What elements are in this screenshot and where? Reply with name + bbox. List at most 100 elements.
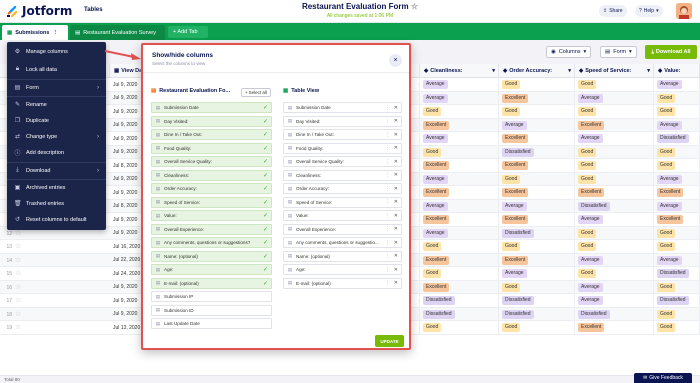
rating-cell[interactable]: Dissatisfied <box>499 145 575 159</box>
rating-cell[interactable]: Excellent <box>575 321 654 334</box>
table-view-item[interactable]: ▤ E-mail: (optional) ⋮ ✕ <box>283 277 402 289</box>
table-view-item[interactable]: ▤ Name: (optional) ⋮ ✕ <box>283 250 402 262</box>
menu-item-download[interactable]: ⤓ Download › <box>7 163 106 178</box>
table-view-item[interactable]: ▤ Food Quality: ⋮ ✕ <box>283 142 402 154</box>
rating-cell[interactable]: Dissatisfied <box>499 226 575 240</box>
drag-handle-icon[interactable]: ⋮ <box>385 159 390 165</box>
menu-item-change-type[interactable]: ⇄ Change type › <box>7 129 106 144</box>
rating-cell[interactable]: Good <box>420 240 499 253</box>
rating-cell[interactable]: Good <box>420 321 499 334</box>
form-field-item[interactable]: ▤ Order Accuracy: ✓ <box>151 183 272 194</box>
table-view-item[interactable]: ▤ Dine In / Take Out: ⋮ ✕ <box>283 129 402 140</box>
rating-cell[interactable]: Dissatisfied <box>654 132 700 145</box>
menu-item-duplicate[interactable]: ❐ Duplicate <box>7 113 106 128</box>
rating-cell[interactable]: Excellent <box>420 213 499 226</box>
star-icon[interactable]: ☆ <box>15 270 21 277</box>
remove-icon[interactable]: ✕ <box>394 172 398 178</box>
menu-item-reset-columns[interactable]: ↺ Reset columns to default <box>7 212 106 227</box>
rating-cell[interactable]: Average <box>420 199 499 213</box>
rating-cell[interactable]: Good <box>499 105 575 118</box>
remove-icon[interactable]: ✕ <box>394 132 398 138</box>
form-field-item[interactable]: ▤ Submission IP <box>151 291 272 302</box>
rating-cell[interactable]: Excellent <box>499 213 575 226</box>
remove-icon[interactable]: ✕ <box>394 267 398 273</box>
rating-cell[interactable]: Good <box>654 321 700 334</box>
rating-cell[interactable]: Good <box>654 280 700 294</box>
header-speed-of-service[interactable]: ◆ Speed of Service: ▾ <box>575 64 654 78</box>
form-field-item[interactable]: ▤ Dine In / Take Out: ✓ <box>151 129 272 140</box>
form-button[interactable]: ▤ Form ▾ <box>600 46 637 58</box>
rating-cell[interactable]: Average <box>499 199 575 213</box>
remove-icon[interactable]: ✕ <box>394 145 398 151</box>
table-view-item[interactable]: ▤ Any comments, questions or suggestio...… <box>283 237 402 248</box>
drag-handle-icon[interactable]: ⋮ <box>385 226 390 232</box>
rating-cell[interactable]: Excellent <box>499 91 575 105</box>
rating-cell[interactable]: Good <box>420 105 499 118</box>
rating-cell[interactable]: Excellent <box>420 118 499 132</box>
rating-cell[interactable]: Average <box>575 213 654 226</box>
rating-cell[interactable]: Excellent <box>420 159 499 172</box>
rating-cell[interactable]: Good <box>575 145 654 159</box>
rating-cell[interactable]: Average <box>654 172 700 186</box>
rating-cell[interactable]: Dissatisfied <box>654 294 700 307</box>
remove-icon[interactable]: ✕ <box>394 213 398 219</box>
form-field-item[interactable]: ▤ Submission Date ✓ <box>151 102 272 113</box>
rating-cell[interactable]: Good <box>654 91 700 105</box>
form-field-item[interactable]: ▤ Overall Experience: ✓ <box>151 223 272 235</box>
rating-cell[interactable]: Good <box>499 280 575 294</box>
remove-icon[interactable]: ✕ <box>394 199 398 205</box>
rating-cell[interactable]: Good <box>420 145 499 159</box>
star-icon[interactable]: ☆ <box>15 243 21 250</box>
rating-cell[interactable]: Excellent <box>420 253 499 267</box>
tab-survey[interactable]: ▤ Restaurant Evaluation Survey <box>70 25 165 40</box>
remove-icon[interactable]: ✕ <box>394 280 398 286</box>
table-view-item[interactable]: ▤ Order Accuracy: ⋮ ✕ <box>283 183 402 194</box>
rating-cell[interactable]: Average <box>654 78 700 91</box>
star-icon[interactable]: ☆ <box>15 297 21 304</box>
drag-handle-icon[interactable]: ⋮ <box>385 132 390 138</box>
rating-cell[interactable]: Dissatisfied <box>575 307 654 321</box>
table-view-item[interactable]: ▤ Day Visited: ⋮ ✕ <box>283 115 402 127</box>
rating-cell[interactable]: Good <box>575 240 654 253</box>
rating-cell[interactable]: Average <box>575 91 654 105</box>
rating-cell[interactable]: Excellent <box>654 186 700 199</box>
drag-handle-icon[interactable]: ⋮ <box>385 280 390 286</box>
drag-handle-icon[interactable]: ⋮ <box>385 172 390 178</box>
menu-item-lock-all-data[interactable]: 🔒︎ Lock all data <box>7 62 106 77</box>
rating-cell[interactable]: Dissatisfied <box>499 307 575 321</box>
remove-icon[interactable]: ✕ <box>394 118 398 124</box>
form-field-item[interactable]: ▤ Name: (optional) ✓ <box>151 250 272 262</box>
form-title[interactable]: Restaurant Evaluation Form ☆ <box>280 2 440 11</box>
rating-cell[interactable]: Good <box>575 159 654 172</box>
menu-item-trashed-entries[interactable]: 🗑︎ Trashed entries <box>7 196 106 211</box>
rating-cell[interactable]: Average <box>420 226 499 240</box>
star-icon[interactable]: ☆ <box>411 2 418 11</box>
star-icon[interactable]: ☆ <box>15 257 21 264</box>
rating-cell[interactable]: Average <box>420 172 499 186</box>
avatar[interactable] <box>676 3 692 19</box>
star-icon[interactable]: ☆ <box>15 284 21 291</box>
form-field-item[interactable]: ▤ Food Quality: ✓ <box>151 142 272 154</box>
rating-cell[interactable]: Excellent <box>420 186 499 199</box>
tables-label[interactable]: Tables <box>84 7 103 13</box>
form-field-item[interactable]: ▤ Submission ID <box>151 304 272 316</box>
star-icon[interactable]: ☆ <box>15 324 21 331</box>
give-feedback-button[interactable]: ✉ Give Feedback <box>634 373 692 383</box>
remove-icon[interactable]: ✕ <box>394 186 398 192</box>
drag-handle-icon[interactable]: ⋮ <box>385 240 390 246</box>
rating-cell[interactable]: Good <box>654 240 700 253</box>
rating-cell[interactable]: Average <box>575 253 654 267</box>
rating-cell[interactable]: Good <box>654 105 700 118</box>
table-view-item[interactable]: ▤ Speed of Service: ⋮ ✕ <box>283 196 402 208</box>
table-view-item[interactable]: ▤ Cleanliness: ⋮ ✕ <box>283 169 402 181</box>
rating-cell[interactable]: Good <box>499 78 575 91</box>
rating-cell[interactable]: Excellent <box>499 132 575 145</box>
header-order-accuracy[interactable]: ◆ Order Accuracy: ▾ <box>499 64 575 78</box>
rating-cell[interactable]: Average <box>420 132 499 145</box>
drag-handle-icon[interactable]: ⋮ <box>385 118 390 124</box>
rating-cell[interactable]: Good <box>654 307 700 321</box>
rating-cell[interactable]: Average <box>499 267 575 280</box>
drag-handle-icon[interactable]: ⋮ <box>385 105 390 111</box>
select-all-button[interactable]: + Select all <box>241 88 271 97</box>
header-cleanliness[interactable]: ◆ Cleanliness: ▾ <box>420 64 499 78</box>
